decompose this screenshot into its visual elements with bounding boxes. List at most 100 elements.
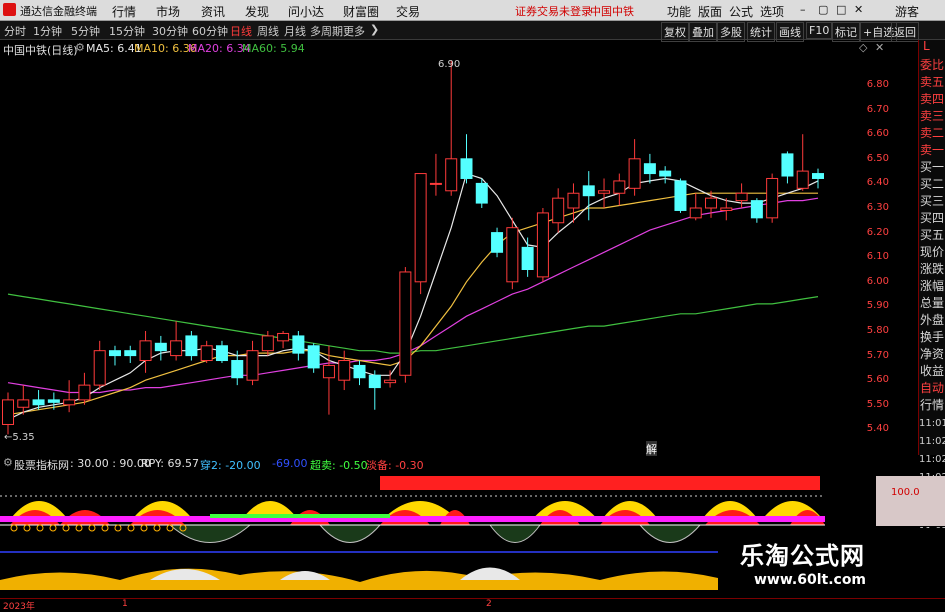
watermark-banner: 乐淘公式网 www.60lt.com	[718, 528, 945, 600]
period-tab-60min[interactable]: 60分钟	[192, 23, 228, 39]
event-marker[interactable]: 解	[646, 441, 657, 457]
menu-shichang[interactable]: 市场	[156, 3, 180, 20]
price-tick-label: 6.80	[866, 79, 889, 90]
f10-button[interactable]: F10	[806, 22, 833, 39]
menu-xuanxiang[interactable]: 选项	[760, 3, 784, 20]
quote-item-label: 换手	[920, 330, 945, 344]
indicator-header: ⚙ 股票指标网 : 30.00 : 90.00 RPY: 69.57 穿2: -…	[0, 456, 918, 472]
quote-item-list: 委比 卖五 卖四 卖三 卖二 卖一 买一 买二 买三 买四 买五 现价 涨跌 涨幅 总量 外盘 换手 净资 收益 自动…	[919, 56, 945, 416]
restore-icon[interactable]: ▢	[818, 3, 828, 16]
diejia-button[interactable]: 叠加	[689, 22, 717, 42]
price-tick-label: 6.20	[866, 226, 889, 238]
quote-item-label: 买四	[920, 211, 945, 225]
quote-item-label: 卖二	[920, 126, 945, 140]
quote-item-label: 涨跌	[920, 262, 945, 276]
period-tab-monthly[interactable]: 月线	[284, 23, 306, 39]
tick-time-label: 11:02	[919, 436, 945, 447]
period-tab-multi[interactable]: 多周期	[310, 23, 343, 39]
menu-faxian[interactable]: 发现	[245, 3, 269, 20]
menu-zixun[interactable]: 资讯	[201, 3, 225, 20]
low-price-label: ←5.35	[4, 432, 35, 443]
settings-icon[interactable]: ⚙	[75, 41, 85, 54]
chevron-right-icon[interactable]: ❯	[370, 23, 379, 36]
watermark-url: www.60lt.com	[754, 572, 867, 588]
menu-wenxiaoda[interactable]: 问小达	[288, 3, 324, 20]
indicator-params: : 30.00 : 90.00	[70, 457, 151, 470]
login-status[interactable]: 证券交易未登录	[515, 3, 592, 19]
close-icon[interactable]: ✕	[854, 3, 863, 16]
quote-item-label: 买三	[920, 194, 945, 208]
price-tick-label: 6.50	[866, 152, 889, 164]
quote-item-label: 涨幅	[920, 279, 945, 293]
menu-jiaoyi[interactable]: 交易	[396, 3, 420, 20]
menubar: 通达信金融终端 行情 市场 资讯 发现 问小达 财富圈 交易 证券交易未登录 中…	[0, 0, 945, 21]
biaoji-button[interactable]: 标记	[832, 22, 860, 42]
period-tab-more[interactable]: 更多	[343, 23, 365, 39]
price-tick-label: 6.30	[866, 202, 889, 213]
period-tab-daily[interactable]: 日线	[230, 23, 252, 39]
duogu-button[interactable]: 多股	[717, 22, 745, 42]
quote-item-label: 行情	[920, 398, 945, 412]
period-tab-1min[interactable]: 1分钟	[33, 23, 62, 39]
date-month-2: 2	[486, 599, 492, 609]
menu-banmian[interactable]: 版面	[698, 3, 722, 20]
price-tick-label: 6.00	[866, 275, 889, 287]
price-tick-label: 5.70	[866, 349, 889, 361]
tick-time-label: 11:02	[919, 454, 945, 465]
quote-item-label: 买五	[920, 228, 945, 242]
quote-item-label: 卖四	[920, 92, 945, 106]
watermark-title: 乐淘公式网	[740, 542, 865, 570]
guest-button[interactable]: 游客	[895, 3, 919, 20]
menu-caifuquan[interactable]: 财富圈	[343, 3, 379, 20]
app-logo-icon	[3, 3, 16, 16]
date-month-1: 1	[122, 599, 128, 609]
menu-gongshi[interactable]: 公式	[729, 3, 753, 20]
price-tick-label: 5.40	[866, 423, 889, 435]
price-tick-label: 6.10	[866, 251, 889, 263]
quote-item-label: 卖五	[920, 75, 945, 89]
date-axis: 2023年 1 2	[0, 598, 945, 612]
price-tick-label: 5.90	[866, 300, 889, 312]
minimize-icon[interactable]: –	[800, 3, 806, 16]
indicator-settings-icon[interactable]: ⚙	[3, 456, 13, 469]
period-tab-15min[interactable]: 15分钟	[109, 23, 145, 39]
period-toolbar: 分时 1分钟 5分钟 15分钟 30分钟 60分钟 日线 周线 月线 多周期 更…	[0, 21, 945, 42]
indicator-blue-value: -69.00	[272, 457, 308, 470]
menu-hangqing[interactable]: 行情	[112, 3, 136, 20]
stock-label: 中国中铁	[590, 5, 634, 18]
period-tab-weekly[interactable]: 周线	[257, 23, 279, 39]
quote-item-label: 买二	[920, 177, 945, 191]
quote-item-label: 卖一	[920, 143, 945, 157]
menu-gongneng[interactable]: 功能	[667, 3, 691, 20]
diamond-icon[interactable]: ◇	[859, 41, 867, 54]
price-tick-label: 5.80	[866, 325, 889, 336]
quote-item-label: 外盘	[920, 313, 945, 327]
indicator-scale-label: 100.0	[891, 487, 920, 498]
maximize-icon[interactable]: □	[836, 3, 846, 16]
tongji-button[interactable]: 统计	[747, 22, 775, 42]
indicator-magenta-band	[0, 516, 825, 522]
quote-item-label: 总量	[920, 296, 945, 310]
back-button[interactable]: 返回	[891, 22, 919, 42]
period-tab-fenshi[interactable]: 分时	[4, 23, 26, 39]
ma60-label: MA60: 5.94	[242, 42, 305, 55]
price-tick-label: 5.60	[866, 374, 889, 386]
quote-item-label: 委比	[920, 58, 945, 72]
fuquan-button[interactable]: 复权	[661, 22, 689, 42]
indicator-rpy: RPY: 69.57	[141, 457, 199, 470]
app-title: 通达信金融终端	[20, 5, 97, 18]
panel-corner: L	[923, 39, 930, 53]
period-tab-5min[interactable]: 5分钟	[71, 23, 100, 39]
period-tab-30min[interactable]: 30分钟	[152, 23, 188, 39]
price-tick-label: 5.50	[866, 398, 889, 410]
indicator-scale-panel: 100.0	[876, 476, 945, 526]
indicator-top-band	[380, 476, 820, 490]
close-panel-icon[interactable]: ✕	[875, 41, 884, 54]
price-axis: 6.80 6.70 6.60 6.50 6.40 6.30 6.20 6.10 6.00 5.90…	[0, 55, 918, 455]
high-price-label: 6.90	[438, 59, 461, 70]
quote-item-label: 买一	[920, 160, 945, 174]
indicator-green-band	[210, 514, 390, 518]
price-tick-label: 6.70	[866, 103, 889, 115]
price-tick-label: 6.60	[866, 128, 889, 140]
huaxian-button[interactable]: 画线	[776, 22, 804, 42]
